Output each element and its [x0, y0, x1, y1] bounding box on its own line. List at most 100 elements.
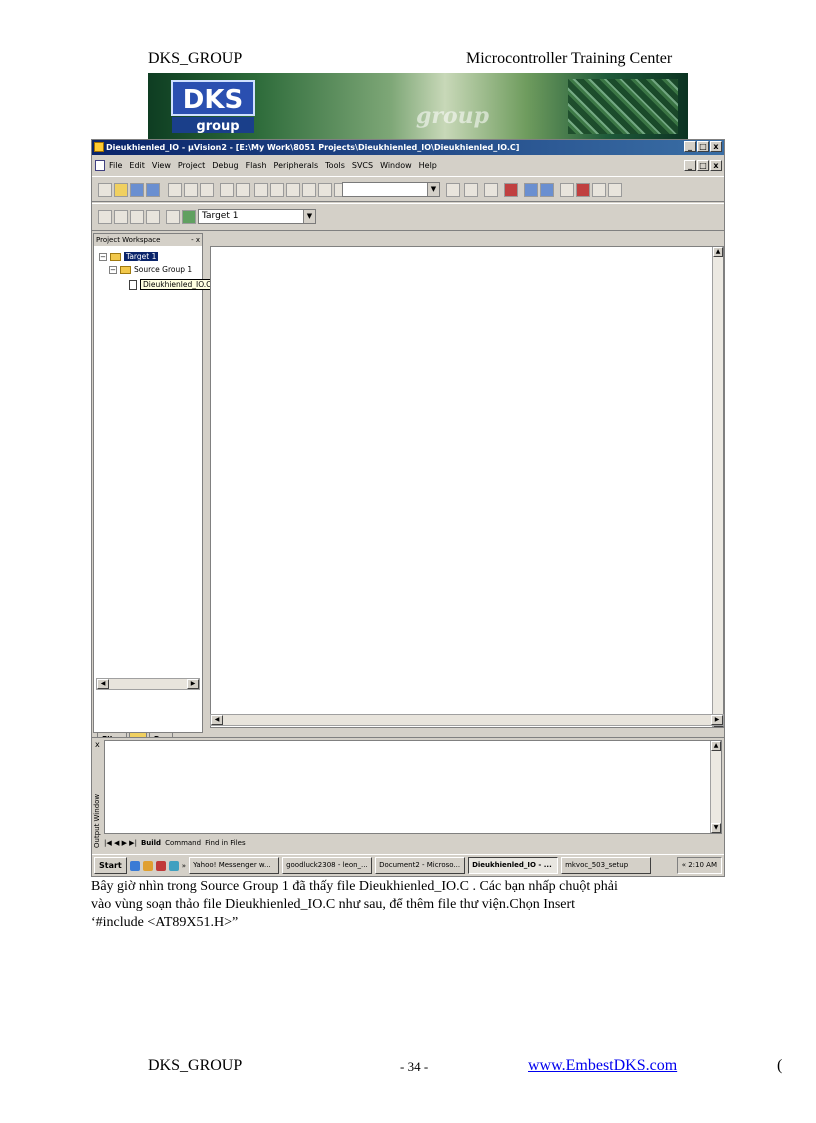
- save-icon[interactable]: [130, 183, 144, 197]
- menu-flash[interactable]: Flash: [246, 158, 267, 173]
- scroll-up-icon[interactable]: ▲: [713, 247, 723, 257]
- window-icon[interactable]: [524, 183, 538, 197]
- undo-icon[interactable]: [220, 183, 234, 197]
- task-yahoo[interactable]: Yahoo! Messenger w...: [189, 857, 280, 874]
- target-select[interactable]: Target 1 ▼: [198, 209, 316, 224]
- task-document2[interactable]: Document2 - Microso...: [375, 857, 466, 874]
- pane-close-button[interactable]: - x: [191, 234, 200, 246]
- tree-label-target[interactable]: Target 1: [124, 252, 159, 261]
- bookmark-icon[interactable]: [286, 183, 300, 197]
- copy-icon[interactable]: [184, 183, 198, 197]
- scroll-left-icon[interactable]: ◀: [211, 715, 223, 725]
- header-left: DKS_GROUP: [148, 50, 243, 67]
- redo-icon[interactable]: [236, 183, 250, 197]
- editor-hscroll[interactable]: ◀ ▶: [210, 714, 724, 726]
- stop-icon[interactable]: [576, 183, 590, 197]
- menu-edit[interactable]: Edit: [129, 158, 145, 173]
- body-paragraph: Bây giờ nhìn trong Source Group 1 đã thấ…: [91, 878, 691, 932]
- menu-view[interactable]: View: [152, 158, 171, 173]
- zoom-icon[interactable]: [504, 183, 518, 197]
- menu-window[interactable]: Window: [380, 158, 412, 173]
- menu-help[interactable]: Help: [419, 158, 437, 173]
- print-icon[interactable]: [484, 183, 498, 197]
- menu-project[interactable]: Project: [178, 158, 205, 173]
- title-bar[interactable]: Dieukhienled_IO - µVision2 - [E:\My Work…: [92, 140, 724, 155]
- config-icon[interactable]: [608, 183, 622, 197]
- start-button[interactable]: Start: [94, 857, 127, 874]
- hand-icon[interactable]: [560, 183, 574, 197]
- caption-buttons: _ □ x: [684, 141, 722, 152]
- quicklaunch-icon[interactable]: [129, 860, 140, 871]
- find-combo[interactable]: ▼: [342, 182, 440, 197]
- banner-watermark: group: [416, 103, 490, 129]
- collapse-icon[interactable]: −: [109, 265, 117, 274]
- load-icon[interactable]: [166, 210, 180, 224]
- task-mkvoc[interactable]: mkvoc_503_setup: [561, 857, 652, 874]
- scroll-down-icon[interactable]: ▼: [711, 823, 721, 833]
- quicklaunch-icon[interactable]: [155, 860, 166, 871]
- menu-debug[interactable]: Debug: [212, 158, 238, 173]
- indent-icon[interactable]: [254, 183, 268, 197]
- menu-file[interactable]: File: [109, 158, 122, 173]
- page-number: - 34 -: [400, 1059, 429, 1074]
- document-icon[interactable]: [95, 160, 105, 171]
- tab-command[interactable]: Command: [165, 839, 201, 847]
- task-uvision[interactable]: Dieukhienled_IO - ...: [468, 857, 559, 874]
- doc-close-button[interactable]: x: [710, 160, 722, 171]
- binoculars-icon[interactable]: [446, 183, 460, 197]
- rebuild-icon[interactable]: [130, 210, 144, 224]
- menu-peripherals[interactable]: Peripherals: [274, 158, 319, 173]
- task-goodluck[interactable]: goodluck2308 - leon_...: [282, 857, 373, 874]
- collapse-icon[interactable]: −: [99, 252, 107, 261]
- website-link[interactable]: www.EmbestDKS.com: [528, 1057, 677, 1075]
- quicklaunch-more[interactable]: »: [182, 862, 186, 870]
- build-icon[interactable]: [114, 210, 128, 224]
- tree-row-file[interactable]: Dieukhienled_IO.C: [129, 279, 215, 290]
- output-close-button[interactable]: x: [95, 740, 100, 749]
- pencil-icon[interactable]: [592, 183, 606, 197]
- standard-toolbar: ▼: [92, 176, 724, 202]
- paste-icon[interactable]: [200, 183, 214, 197]
- window2-icon[interactable]: [540, 183, 554, 197]
- tree-row-group[interactable]: − Source Group 1: [109, 265, 192, 274]
- quicklaunch-icon[interactable]: [142, 860, 153, 871]
- chevron-down-icon[interactable]: ▼: [427, 183, 439, 196]
- output-vscroll[interactable]: ▲ ▼: [710, 741, 721, 833]
- editor-area[interactable]: ▲ ▼: [210, 246, 724, 728]
- doc-minimize-button[interactable]: _: [684, 160, 696, 171]
- cut-icon[interactable]: [168, 183, 182, 197]
- tray-arrow[interactable]: «: [682, 861, 686, 869]
- editor-vscroll[interactable]: ▲ ▼: [712, 247, 723, 727]
- maximize-button[interactable]: □: [697, 141, 709, 152]
- pane-hscroll[interactable]: ◀ ▶: [96, 678, 200, 690]
- new-file-icon[interactable]: [98, 183, 112, 197]
- output-text-area[interactable]: ▲ ▼: [104, 740, 722, 834]
- chevron-down-icon[interactable]: ▼: [303, 210, 315, 223]
- prev-bookmark-icon[interactable]: [302, 183, 316, 197]
- open-folder-icon[interactable]: [114, 183, 128, 197]
- quicklaunch-icon[interactable]: [168, 860, 179, 871]
- scroll-right-icon[interactable]: ▶: [711, 715, 723, 725]
- menu-svcs[interactable]: SVCS: [352, 158, 373, 173]
- target-select-value: Target 1: [202, 211, 239, 221]
- tab-find-in-files[interactable]: Find in Files: [205, 839, 246, 847]
- translate-icon[interactable]: [98, 210, 112, 224]
- scroll-left-icon[interactable]: ◀: [97, 679, 109, 689]
- tab-nav-arrows[interactable]: |◀ ◀ ▶ ▶|: [104, 839, 137, 847]
- tree-row-target[interactable]: − Target 1: [99, 252, 159, 261]
- scroll-right-icon[interactable]: ▶: [187, 679, 199, 689]
- tree-label-file[interactable]: Dieukhienled_IO.C: [140, 279, 215, 290]
- scroll-up-icon[interactable]: ▲: [711, 741, 721, 751]
- minimize-button[interactable]: _: [684, 141, 696, 152]
- menu-tools[interactable]: Tools: [325, 158, 345, 173]
- find-in-files-icon[interactable]: [464, 183, 478, 197]
- save-all-icon[interactable]: [146, 183, 160, 197]
- unindent-icon[interactable]: [270, 183, 284, 197]
- doc-restore-button[interactable]: □: [697, 160, 709, 171]
- next-bookmark-icon[interactable]: [318, 183, 332, 197]
- stop-build-icon[interactable]: [146, 210, 160, 224]
- tab-build[interactable]: Build: [141, 839, 161, 847]
- tree-label-group[interactable]: Source Group 1: [134, 265, 192, 274]
- close-button[interactable]: x: [710, 141, 722, 152]
- options-icon[interactable]: [182, 210, 196, 224]
